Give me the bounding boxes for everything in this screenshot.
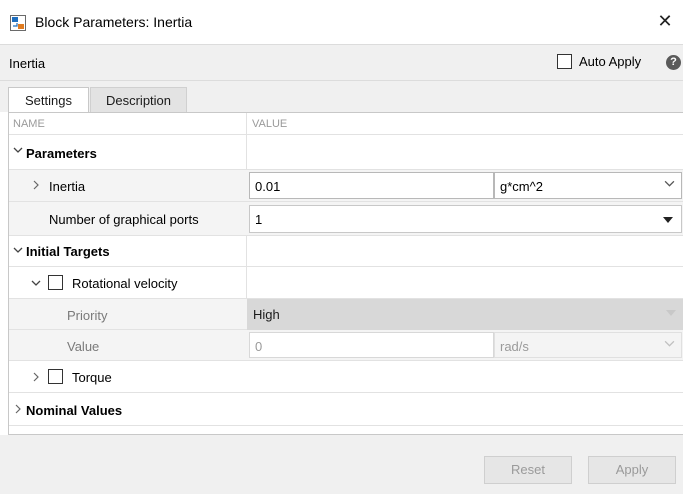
block-name-label: Inertia: [9, 56, 46, 71]
reset-button[interactable]: Reset: [484, 456, 572, 484]
ports-dropdown[interactable]: 1: [249, 205, 682, 233]
auto-apply-checkbox[interactable]: [557, 54, 572, 69]
block-header: Inertia Auto Apply ?: [0, 44, 683, 81]
chevron-down-icon: [664, 338, 675, 352]
close-icon[interactable]: ✕: [655, 11, 675, 31]
torque-checkbox[interactable]: [48, 369, 63, 384]
chevron-right-icon[interactable]: [31, 372, 41, 382]
priority-value-text: High: [253, 307, 280, 322]
value-input-text: 0: [255, 339, 263, 354]
section-parameters[interactable]: Parameters: [9, 135, 683, 170]
target-row-value: Value 0 rad/s: [9, 330, 683, 361]
priority-dropdown[interactable]: High: [247, 299, 683, 330]
target-row-priority: Priority High: [9, 299, 683, 330]
ports-label: Number of graphical ports: [49, 212, 199, 227]
chevron-down-icon: [664, 178, 675, 192]
inertia-unit-dropdown[interactable]: g*cm^2: [494, 172, 682, 199]
name-column-header: NAME: [13, 118, 45, 130]
value-input[interactable]: 0: [249, 332, 494, 358]
parameter-table: NAME VALUE Parameters Inertia 0.01 g*cm^…: [8, 112, 683, 435]
window-title: Block Parameters: Inertia: [35, 14, 193, 30]
target-row-torque: Torque: [9, 361, 683, 393]
ports-value-text: 1: [255, 212, 263, 227]
auto-apply-toggle[interactable]: Auto Apply: [557, 54, 641, 69]
help-icon[interactable]: ?: [666, 55, 681, 70]
param-row-ports: Number of graphical ports 1: [9, 202, 683, 236]
value-unit-text: rad/s: [500, 339, 529, 354]
chevron-down-icon[interactable]: [13, 245, 23, 255]
rotational-velocity-label: Rotational velocity: [72, 276, 178, 291]
chevron-right-icon[interactable]: [13, 404, 23, 414]
tab-strip: Settings Description: [0, 81, 683, 112]
tab-settings-label: Settings: [25, 93, 72, 108]
apply-button[interactable]: Apply: [588, 456, 676, 484]
title-bar: Block Parameters: Inertia ✕: [0, 0, 683, 44]
torque-label: Torque: [72, 370, 112, 385]
param-row-inertia: Inertia 0.01 g*cm^2: [9, 170, 683, 202]
chevron-down-icon[interactable]: [31, 278, 41, 288]
inertia-label: Inertia: [49, 179, 86, 194]
tab-settings[interactable]: Settings: [8, 87, 89, 112]
column-header-row: NAME VALUE: [9, 113, 683, 135]
section-nominal-values[interactable]: Nominal Values: [9, 393, 683, 426]
value-column-header: VALUE: [252, 118, 288, 130]
target-row-rotational-velocity: Rotational velocity: [9, 267, 683, 299]
priority-label: Priority: [67, 308, 108, 323]
inertia-value-input[interactable]: 0.01: [249, 172, 494, 199]
auto-apply-label: Auto Apply: [579, 54, 642, 69]
section-parameters-label: Parameters: [26, 146, 97, 161]
value-label: Value: [67, 339, 100, 354]
inertia-value-text: 0.01: [255, 179, 281, 194]
inertia-unit-text: g*cm^2: [500, 179, 543, 194]
section-initial-targets-label: Initial Targets: [26, 244, 110, 259]
dropdown-arrow-icon: [666, 310, 676, 316]
rotational-velocity-checkbox[interactable]: [48, 275, 63, 290]
dialog-footer: Reset Apply: [0, 435, 683, 494]
tab-description-label: Description: [105, 93, 172, 108]
dropdown-arrow-icon: [663, 217, 673, 223]
section-nominal-values-label: Nominal Values: [26, 403, 123, 418]
simulink-block-icon: [10, 15, 26, 31]
chevron-down-icon[interactable]: [13, 145, 23, 155]
tab-description[interactable]: Description: [90, 87, 187, 112]
section-initial-targets[interactable]: Initial Targets: [9, 236, 683, 267]
value-unit-dropdown[interactable]: rad/s: [494, 332, 682, 358]
chevron-right-icon[interactable]: [31, 180, 41, 190]
